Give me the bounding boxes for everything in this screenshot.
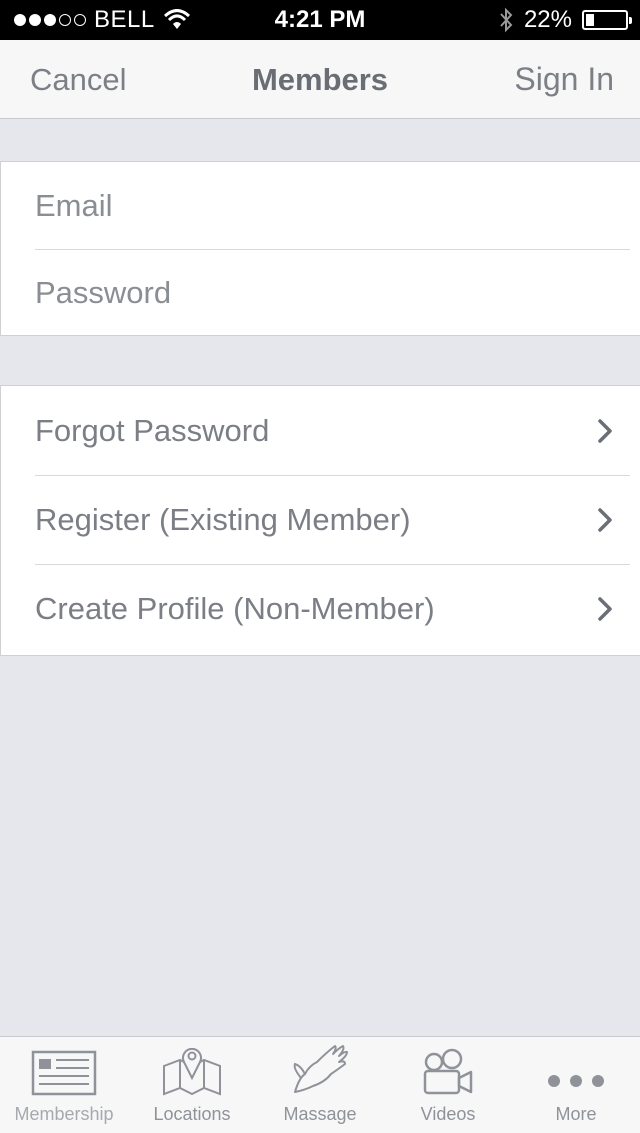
email-field[interactable]	[35, 187, 595, 224]
tab-label: Videos	[420, 1104, 476, 1124]
tab-bar: Membership Locations Massage Videos More	[0, 1036, 640, 1133]
tab-videos[interactable]: Videos	[384, 1037, 512, 1133]
membership-card-icon	[31, 1050, 97, 1096]
create-profile-label: Create Profile (Non-Member)	[35, 590, 435, 626]
bluetooth-icon	[500, 7, 513, 33]
status-left: BELL	[14, 0, 191, 40]
signal-strength-icon	[14, 14, 86, 26]
more-dots-icon	[548, 1075, 604, 1087]
hand-icon	[293, 1045, 348, 1093]
battery-percent: 22%	[523, 6, 572, 33]
email-row	[1, 162, 640, 249]
battery-icon	[582, 10, 632, 30]
create-profile-row[interactable]: Create Profile (Non-Member)	[1, 564, 640, 653]
status-right: 22%	[498, 0, 632, 40]
battery-level	[586, 14, 595, 26]
password-row	[1, 249, 640, 336]
wifi-icon	[163, 9, 190, 29]
forgot-password-label: Forgot Password	[35, 412, 270, 448]
video-camera-icon	[423, 1048, 473, 1095]
tab-more[interactable]: More	[512, 1037, 640, 1133]
chevron-right-icon	[598, 418, 612, 443]
map-pin-icon	[163, 1047, 221, 1096]
tab-locations[interactable]: Locations	[128, 1037, 256, 1133]
tab-massage[interactable]: Massage	[256, 1037, 384, 1133]
register-existing-member-row[interactable]: Register (Existing Member)	[1, 475, 640, 564]
chevron-right-icon	[598, 596, 612, 621]
tab-label: Locations	[153, 1104, 231, 1124]
status-bar: BELL 4:21 PM 22%	[0, 0, 640, 40]
forgot-password-row[interactable]: Forgot Password	[1, 386, 640, 475]
tab-label: Massage	[283, 1104, 357, 1124]
cancel-button[interactable]: Cancel	[30, 40, 127, 119]
password-field[interactable]	[35, 274, 595, 311]
chevron-right-icon	[598, 507, 612, 532]
sign-in-button[interactable]: Sign In	[514, 40, 614, 119]
login-fields-group	[0, 161, 640, 336]
tab-label: Membership	[14, 1104, 114, 1124]
tab-membership[interactable]: Membership	[0, 1037, 128, 1133]
carrier-name: BELL	[94, 6, 155, 33]
tab-label: More	[555, 1104, 597, 1124]
account-links-group: Forgot Password Register (Existing Membe…	[0, 385, 640, 656]
navigation-bar: Cancel Members Sign In	[0, 40, 640, 119]
register-existing-member-label: Register (Existing Member)	[35, 501, 411, 537]
